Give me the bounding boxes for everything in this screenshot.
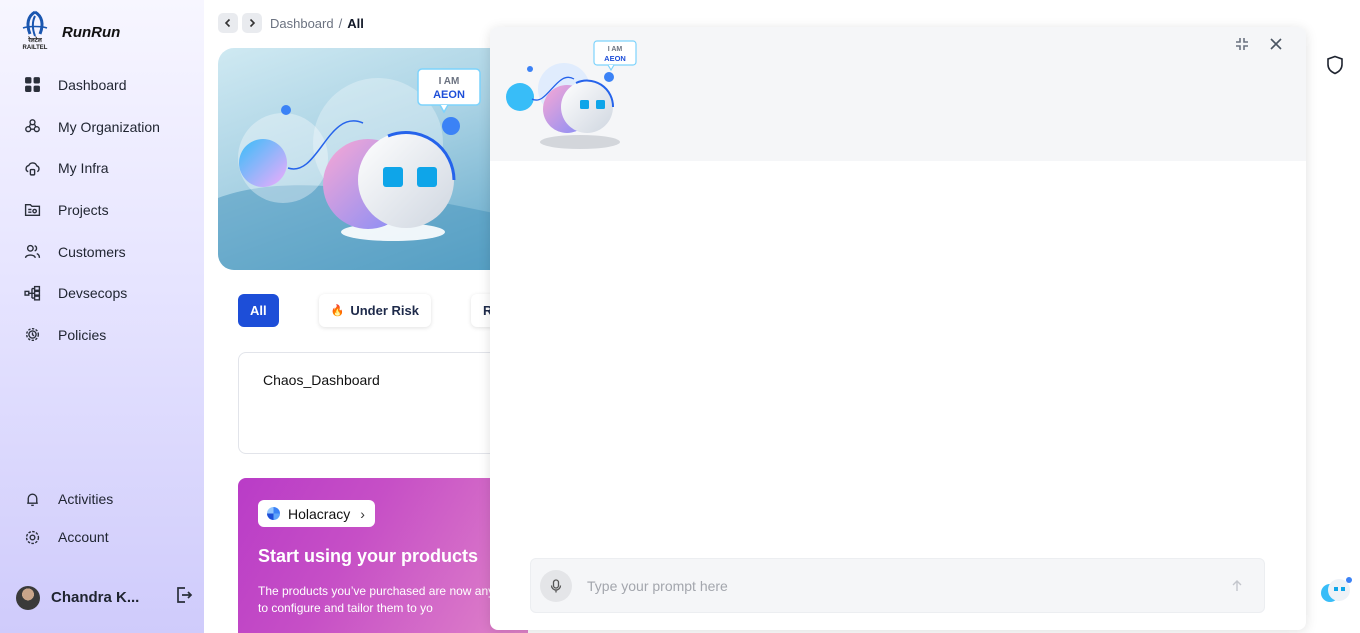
sidebar-item-my-organization[interactable]: My Organization	[0, 106, 204, 148]
sidebar: रेलटेल RAILTEL RunRun Dashboard My Organ…	[0, 0, 204, 633]
aeon-launcher-icon[interactable]	[1316, 572, 1356, 606]
prompt-input[interactable]	[587, 577, 1226, 594]
avatar	[16, 585, 40, 610]
sidebar-item-customers[interactable]: Customers	[0, 231, 204, 273]
promo-text: The products you’ve purchased are now an…	[258, 584, 517, 615]
settings-shield-icon	[24, 326, 41, 343]
promo-card: Holacracy › Start using your products Th…	[238, 478, 528, 633]
app-name: RunRun	[62, 23, 121, 41]
chevron-right-icon: ›	[360, 505, 365, 522]
sidebar-item-label: Customers	[58, 243, 126, 260]
fire-icon: 🔥	[330, 305, 345, 317]
close-icon	[1270, 38, 1282, 50]
aeon-robot-avatar: I AM AEON	[506, 40, 637, 149]
sidebar-item-projects[interactable]: Projects	[0, 189, 204, 231]
sidebar-item-label: Dashboard	[58, 76, 127, 93]
promo-title: Start using your products	[258, 546, 479, 566]
breadcrumb: Dashboard / All	[218, 13, 364, 33]
breadcrumb-dashboard[interactable]: Dashboard	[270, 16, 334, 31]
back-button[interactable]	[218, 13, 238, 33]
logo-text-english: RAILTEL	[22, 45, 48, 51]
banner-bubble-line2: AEON	[433, 89, 465, 101]
filter-all[interactable]: All	[238, 294, 279, 327]
sidebar-item-label: My Organization	[58, 118, 160, 135]
sidebar-item-label: Devsecops	[58, 285, 128, 302]
sidebar-item-label: Projects	[58, 201, 109, 218]
collapse-icon	[1236, 38, 1248, 50]
filter-under-risk-label: Under Risk	[350, 303, 419, 318]
sidebar-item-dashboard[interactable]: Dashboard	[0, 64, 204, 106]
sidebar-item-label: My Infra	[58, 160, 109, 177]
prompt-bar	[530, 558, 1265, 613]
sidebar-item-policies[interactable]: Policies	[0, 314, 204, 356]
breadcrumb-separator: /	[338, 15, 343, 31]
breadcrumb-current: All	[347, 15, 364, 31]
sidebar-item-devsecops[interactable]: Devsecops	[0, 272, 204, 314]
sidebar-item-activities[interactable]: Activities	[0, 480, 204, 518]
chevron-right-icon	[249, 18, 256, 28]
sidebar-item-label: Activities	[58, 491, 114, 507]
brand[interactable]: रेलटेल RAILTEL RunRun	[18, 10, 120, 56]
forward-button[interactable]	[242, 13, 262, 33]
user-profile[interactable]: Chandra K...	[16, 585, 194, 610]
user-name: Chandra K...	[51, 589, 140, 606]
holacracy-label: Holacracy	[288, 505, 351, 522]
aeon-chat-panel: I AM AEON	[490, 27, 1306, 630]
banner-bubble-line1: I AM	[439, 76, 460, 87]
dashboard-card-title: Chaos_Dashboard	[263, 372, 380, 388]
railtel-logo: रेलटेल RAILTEL	[18, 10, 52, 56]
aeon-banner: I AM AEON	[218, 48, 518, 270]
holacracy-button[interactable]: Holacracy ›	[258, 500, 375, 527]
chat-bubble-line1: I AM	[608, 46, 623, 53]
chat-bubble-line2: AEON	[604, 54, 626, 63]
microphone-button[interactable]	[540, 569, 572, 602]
pipeline-icon	[24, 285, 41, 302]
sidebar-item-my-infra[interactable]: My Infra	[0, 147, 204, 189]
chevron-left-icon	[224, 18, 231, 28]
shield-icon[interactable]	[1324, 54, 1346, 76]
logo-text-hindi: रेलटेल	[28, 38, 42, 44]
sidebar-item-label: Policies	[58, 326, 107, 343]
sidebar-nav: Dashboard My Organization My Infra Proje…	[0, 64, 204, 356]
infra-cloud-icon	[24, 160, 41, 177]
folder-icon	[24, 201, 41, 218]
users-icon	[24, 243, 41, 260]
sidebar-item-label: Account	[58, 529, 109, 545]
sidebar-item-account[interactable]: Account	[0, 518, 204, 556]
chat-header: I AM AEON	[490, 27, 1306, 161]
filter-under-risk[interactable]: 🔥 Under Risk	[318, 294, 431, 327]
close-button[interactable]	[1267, 35, 1285, 53]
send-button[interactable]	[1226, 575, 1248, 597]
filter-all-label: All	[250, 303, 267, 318]
grid-icon	[24, 76, 41, 93]
minimize-button[interactable]	[1233, 35, 1251, 53]
logout-icon[interactable]	[174, 585, 194, 610]
aeon-robot-illustration: I AM AEON	[218, 68, 518, 270]
dashboard-card[interactable]: Chaos_Dashboard	[238, 352, 528, 454]
org-icon	[24, 118, 41, 135]
gear-icon	[24, 529, 41, 546]
arrow-up-icon	[1232, 579, 1242, 591]
bell-icon	[24, 491, 41, 508]
holacracy-icon	[267, 507, 280, 520]
sidebar-bottom-nav: Activities Account	[0, 480, 204, 556]
microphone-icon	[550, 578, 562, 592]
